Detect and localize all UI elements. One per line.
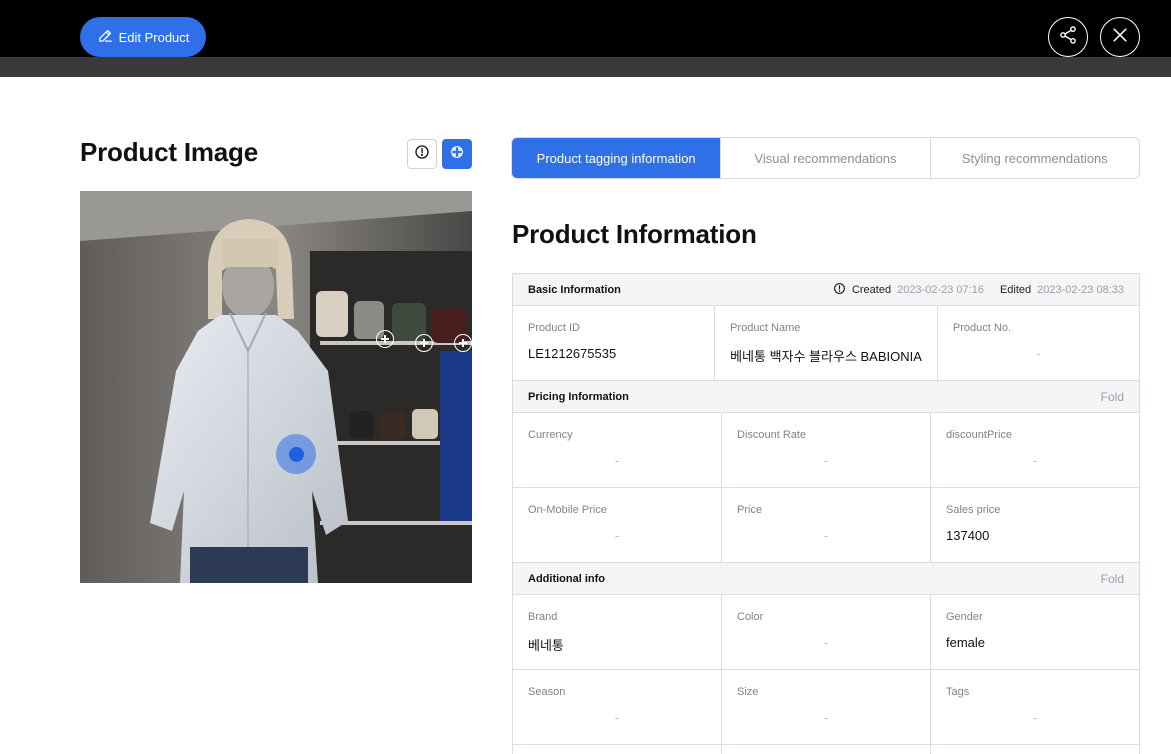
field-cell — [721, 745, 930, 754]
field-price: Price - — [721, 488, 930, 562]
field-season: Season - — [513, 670, 721, 744]
share-icon — [1058, 25, 1078, 50]
field-value: - — [823, 453, 829, 468]
field-label: Size — [737, 686, 759, 698]
field-label: Brand — [528, 611, 558, 623]
field-value: female — [946, 635, 986, 650]
table-row: On-Mobile Price - Price - Sales price 13… — [513, 488, 1139, 563]
field-product-id: Product ID LE1212675535 — [513, 306, 714, 380]
field-brand: Brand 베네통 — [513, 595, 721, 669]
product-information-title: Product Information — [512, 219, 757, 249]
tab-product-tagging[interactable]: Product tagging information — [512, 138, 721, 178]
info-icon — [833, 282, 846, 298]
field-value: 베네통 백자수 블라우스 BABIONIA — [730, 349, 922, 364]
field-value: - — [614, 710, 620, 725]
field-value: LE1212675535 — [528, 346, 617, 361]
image-info-button[interactable] — [407, 139, 437, 169]
field-value: - — [823, 635, 829, 650]
created-label: Created — [851, 283, 892, 296]
pencil-icon — [97, 27, 114, 47]
basic-information-header: Basic Information Created 2023-02-23 07:… — [513, 274, 1139, 306]
field-label: Color — [737, 611, 764, 623]
field-gender: Gender female — [930, 595, 1139, 669]
field-value: 베네통 — [528, 638, 564, 653]
created-value: 2023-02-23 07:16 — [897, 283, 984, 296]
field-label: Tags — [946, 686, 970, 698]
field-label: Season — [528, 686, 566, 698]
hotspot-bag-1[interactable] — [376, 330, 394, 348]
close-icon — [1110, 25, 1130, 50]
alert-circle-icon — [414, 144, 430, 165]
close-button[interactable] — [1100, 17, 1140, 57]
additional-info-header: Additional info Fold — [513, 563, 1139, 595]
field-value: - — [1032, 453, 1038, 468]
field-value: 137400 — [946, 528, 990, 543]
hotspot-bag-2[interactable] — [415, 334, 433, 352]
field-label: Price — [737, 504, 763, 516]
field-value: - — [1032, 710, 1038, 725]
edit-product-button[interactable]: Edit Product — [80, 17, 206, 57]
basic-information-title: Basic Information — [528, 283, 621, 296]
table-row: Season - Size - Tags - — [513, 670, 1139, 745]
field-label: Sales price — [946, 504, 1001, 516]
selected-item-marker[interactable] — [276, 434, 316, 474]
top-subbar — [0, 57, 1171, 77]
field-value: - — [614, 453, 620, 468]
pricing-information-header: Pricing Information Fold — [513, 381, 1139, 413]
tab-visual-recommendations[interactable]: Visual recommendations — [720, 138, 929, 178]
field-label: Gender — [946, 611, 983, 623]
product-photo — [80, 191, 472, 583]
table-row: Currency - Discount Rate - discountPrice… — [513, 413, 1139, 488]
marker-dot — [288, 446, 304, 462]
field-value: - — [823, 710, 829, 725]
field-cell — [513, 745, 721, 754]
table-row — [513, 745, 1139, 754]
field-product-no: Product No. - — [936, 306, 1139, 380]
edit-product-label: Edit Product — [118, 29, 190, 45]
field-tags: Tags - — [930, 670, 1139, 744]
timestamps: Created 2023-02-23 07:16 Edited 2023-02-… — [833, 282, 1124, 298]
field-cell — [930, 745, 1139, 754]
product-info-table: Basic Information Created 2023-02-23 07:… — [512, 273, 1140, 754]
field-label: Discount Rate — [737, 429, 807, 441]
tab-styling-recommendations[interactable]: Styling recommendations — [929, 138, 1139, 178]
product-image-title: Product Image — [80, 137, 258, 167]
pricing-fold-toggle[interactable]: Fold — [1101, 390, 1124, 404]
scan-icon — [449, 144, 465, 165]
field-currency: Currency - — [513, 413, 721, 487]
field-discount-price: discountPrice - — [930, 413, 1139, 487]
info-tabs: Product tagging information Visual recom… — [511, 137, 1140, 179]
field-label: Product ID — [528, 322, 580, 334]
image-detect-button[interactable] — [442, 139, 472, 169]
edited-value: 2023-02-23 08:33 — [1037, 283, 1124, 296]
field-sales-price: Sales price 137400 — [930, 488, 1139, 562]
field-label: discountPrice — [946, 429, 1013, 441]
pricing-information-title: Pricing Information — [528, 390, 629, 403]
field-product-name: Product Name 베네통 백자수 블라우스 BABIONIA — [714, 306, 937, 380]
hotspot-bag-3[interactable] — [454, 334, 472, 352]
field-size: Size - — [721, 670, 930, 744]
additional-info-title: Additional info — [528, 572, 605, 585]
field-label: On-Mobile Price — [528, 504, 607, 516]
edited-label: Edited — [999, 283, 1032, 296]
field-value: - — [1036, 346, 1041, 361]
field-label: Product Name — [730, 322, 801, 334]
field-label: Product No. — [952, 322, 1012, 334]
additional-fold-toggle[interactable]: Fold — [1101, 572, 1124, 586]
field-value: - — [823, 528, 829, 543]
share-button[interactable] — [1048, 17, 1088, 57]
field-discount-rate: Discount Rate - — [721, 413, 930, 487]
field-value: - — [614, 528, 620, 543]
field-label: Currency — [528, 429, 573, 441]
field-on-mobile-price: On-Mobile Price - — [513, 488, 721, 562]
table-row: Brand 베네통 Color - Gender female — [513, 595, 1139, 670]
field-color: Color - — [721, 595, 930, 669]
table-row: Product ID LE1212675535 Product Name 베네통… — [513, 306, 1139, 381]
